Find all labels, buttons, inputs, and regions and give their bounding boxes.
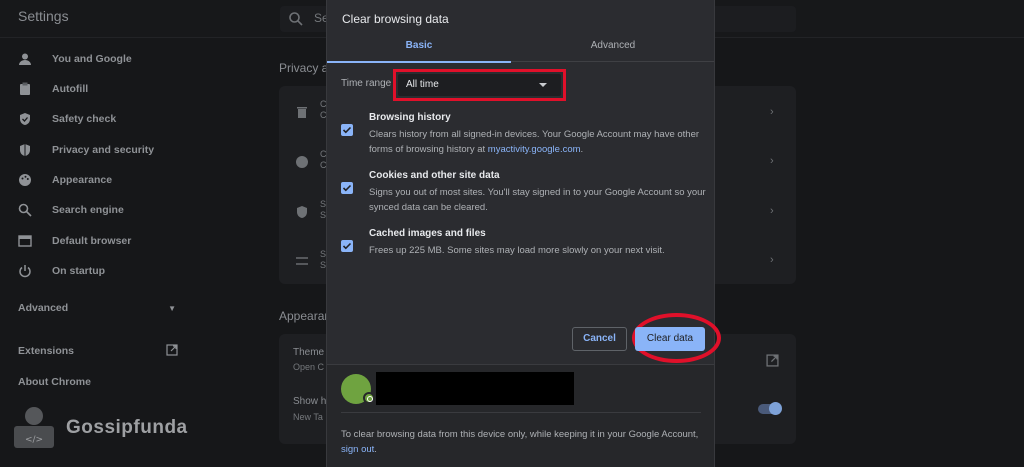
option-description: Frees up 225 MB. Some sites may load mor…: [369, 245, 665, 256]
footer-note-end: .: [374, 444, 377, 455]
myactivity-link[interactable]: myactivity.google.com: [488, 144, 581, 155]
sliders-icon: [296, 257, 308, 265]
sidebar-item-you-and-google[interactable]: You and Google: [18, 49, 132, 69]
option-description: Signs you out of most sites. You'll stay…: [369, 187, 706, 213]
dialog-tabs: Basic Advanced: [327, 34, 714, 63]
cookies-checkbox[interactable]: [341, 182, 353, 194]
tab-basic[interactable]: Basic: [327, 34, 511, 63]
redacted-account-name: [376, 372, 574, 405]
shield-icon: [297, 206, 307, 218]
checkmark-icon: [342, 126, 352, 134]
watermark-text: Gossipfunda: [66, 417, 188, 438]
option-title: Browsing history: [369, 112, 451, 123]
theme-sub: Open C: [293, 362, 325, 372]
appearance-heading: Appearan: [279, 309, 332, 323]
app-title: Settings: [18, 8, 69, 24]
browsing-history-checkbox[interactable]: [341, 124, 353, 136]
sidebar-advanced-label: Advanced: [18, 302, 69, 314]
external-link-icon[interactable]: [766, 354, 779, 367]
sign-out-link[interactable]: sign out: [341, 444, 374, 455]
sidebar-item-search-engine[interactable]: Search engine: [18, 200, 124, 220]
theme-label: Theme: [293, 347, 325, 358]
time-range-value: All time: [406, 79, 439, 90]
sidebar-item-privacy[interactable]: Privacy and security: [18, 140, 154, 160]
tab-advanced[interactable]: Advanced: [521, 34, 705, 62]
show-home-label: Show h: [293, 396, 327, 407]
sidebar-advanced[interactable]: Advanced ▼: [18, 298, 176, 318]
sync-icon: [363, 392, 375, 404]
time-range-label: Time range: [341, 78, 392, 89]
clipboard-icon: [18, 82, 32, 96]
chevron-right-icon[interactable]: ›: [770, 155, 774, 167]
sidebar-item-label: Autofill: [52, 83, 89, 95]
show-home-toggle[interactable]: [758, 402, 782, 415]
watermark-logo-icon: </>: [14, 407, 54, 448]
option-title: Cookies and other site data: [369, 170, 500, 181]
option-description: Clears history from all signed-in device…: [369, 127, 709, 157]
sidebar-item-label: You and Google: [52, 53, 132, 65]
clear-data-button[interactable]: Clear data: [635, 327, 705, 351]
external-link-icon: [166, 343, 178, 359]
dropdown-caret-icon: [539, 83, 547, 87]
dialog-title: Clear browsing data: [342, 12, 449, 26]
sidebar-item-safety-check[interactable]: Safety check: [18, 109, 116, 129]
sidebar-item-label: On startup: [52, 265, 106, 277]
person-icon: [18, 52, 32, 66]
power-icon: [18, 264, 32, 278]
sidebar-item-label: Safety check: [52, 113, 117, 125]
sidebar-extensions-label: Extensions: [18, 345, 75, 357]
chevron-right-icon[interactable]: ›: [770, 106, 774, 118]
checkmark-icon: [342, 184, 352, 192]
sidebar-item-autofill[interactable]: Autofill: [18, 79, 88, 99]
browser-icon: [18, 234, 32, 248]
sidebar-extensions[interactable]: Extensions: [18, 341, 178, 361]
privacy-heading: Privacy a: [279, 61, 329, 75]
palette-icon: [18, 173, 32, 187]
footer-note-text: To clear browsing data from this device …: [341, 429, 699, 440]
sidebar-about[interactable]: About Chrome: [18, 372, 91, 392]
sidebar-item-label: Search engine: [52, 204, 124, 216]
search-icon: [18, 203, 32, 217]
sidebar-item-default-browser[interactable]: Default browser: [18, 231, 131, 251]
shield-icon: [18, 143, 32, 157]
watermark: </> Gossipfunda: [8, 404, 188, 452]
trash-icon: [297, 107, 307, 118]
chevron-right-icon[interactable]: ›: [770, 205, 774, 217]
option-description-end: .: [580, 144, 584, 155]
sidebar-item-label: Appearance: [52, 174, 113, 186]
sidebar-item-label: Default browser: [52, 235, 132, 247]
dialog-footer: To clear browsing data from this device …: [327, 364, 714, 467]
shield-check-icon: [18, 112, 32, 126]
sidebar-item-label: Privacy and security: [52, 144, 155, 156]
cancel-button[interactable]: Cancel: [572, 327, 627, 351]
sidebar-item-on-startup[interactable]: On startup: [18, 261, 105, 281]
time-range-select[interactable]: All time: [398, 74, 561, 96]
search-icon: [289, 12, 303, 26]
clear-browsing-data-dialog: Clear browsing data Basic Advanced Time …: [326, 0, 721, 467]
checkmark-icon: [342, 242, 352, 250]
sidebar-item-appearance[interactable]: Appearance: [18, 170, 112, 190]
cached-images-checkbox[interactable]: [341, 240, 353, 252]
option-title: Cached images and files: [369, 228, 486, 239]
chevron-down-icon: ▼: [168, 303, 176, 313]
show-home-sub: New Ta: [293, 412, 323, 422]
cookie-icon: [296, 156, 308, 168]
footer-note: To clear browsing data from this device …: [341, 427, 701, 457]
sidebar-about-label: About Chrome: [18, 376, 91, 388]
svg-text:</>: </>: [25, 435, 43, 445]
chevron-right-icon[interactable]: ›: [770, 254, 774, 266]
divider: [341, 412, 701, 413]
